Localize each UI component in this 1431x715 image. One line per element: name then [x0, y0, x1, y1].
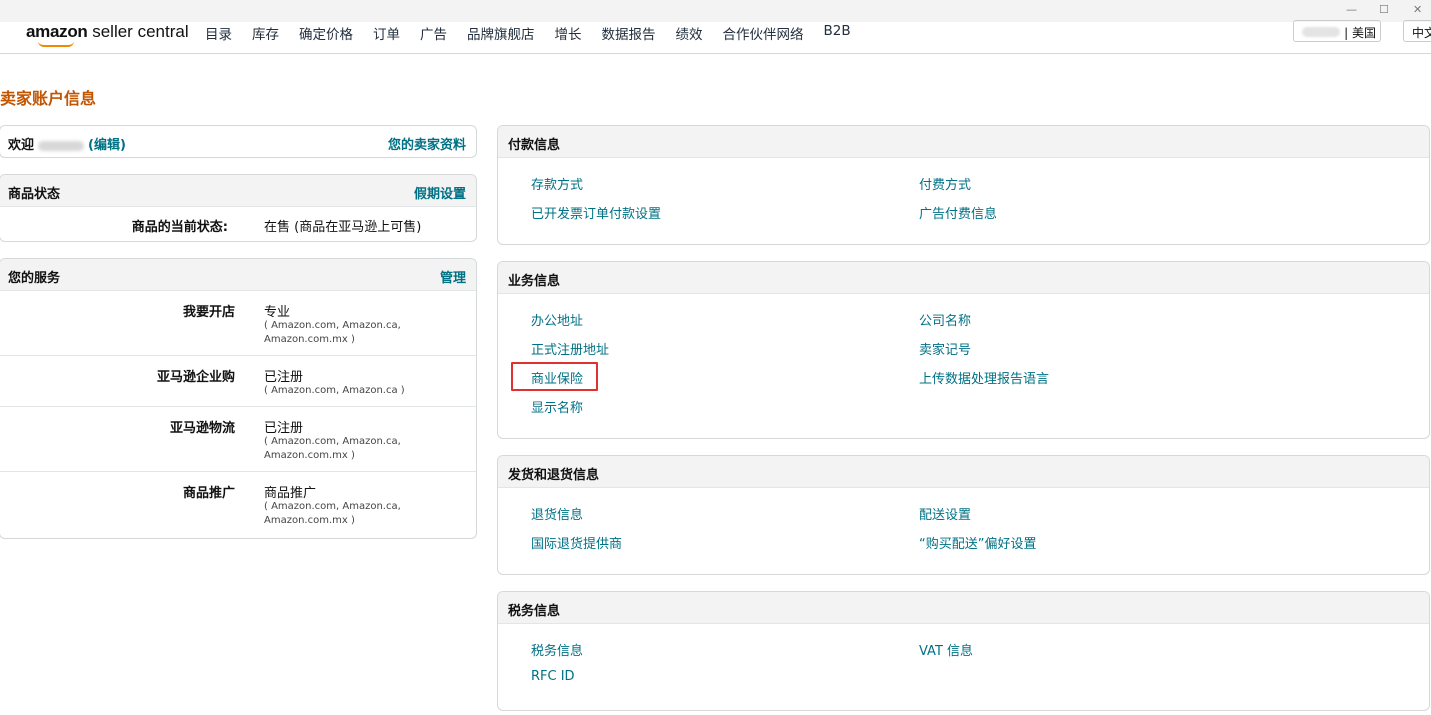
language-selector[interactable]: 中文 — [1403, 20, 1431, 42]
service-label: 亚马逊企业购 — [156, 370, 235, 385]
tax-info-title: 税务信息 — [508, 604, 561, 619]
services-title: 您的服务 — [8, 271, 61, 286]
listing-status-box: 商品状态 假期设置 商品的当前状态: 在售 (商品在亚马逊上可售) — [0, 174, 477, 242]
manage-services-link[interactable]: 管理 — [440, 267, 466, 286]
amazon-seller-central-logo[interactable]: amazon seller central — [26, 22, 189, 47]
marketplace-switcher[interactable]: | 美国 — [1293, 20, 1381, 42]
vacation-settings-link[interactable]: 假期设置 — [414, 183, 466, 202]
international-returns-provider-link[interactable]: 国际退货提供商 — [531, 533, 622, 552]
shipping-returns-box: 发货和退货信息 退货信息 配送设置 国际退货提供商 “购买配送”偏好设置 — [497, 455, 1430, 575]
invoiced-order-payment-settings-link[interactable]: 已开发票订单付款设置 — [531, 203, 661, 222]
logo-amazon-text: amazon — [26, 22, 88, 41]
business-info-title: 业务信息 — [508, 274, 561, 289]
service-label: 我要开店 — [182, 305, 235, 320]
nav-item-inventory[interactable]: 库存 — [252, 23, 279, 43]
service-label: 亚马逊物流 — [169, 421, 235, 436]
seller-profile-link[interactable]: 您的卖家资料 — [388, 134, 466, 153]
listing-status-header: 商品状态 假期设置 — [0, 175, 476, 207]
welcome-box: 欢迎 (编辑) 您的卖家资料 — [0, 125, 477, 158]
tax-info-link[interactable]: 税务信息 — [531, 640, 583, 659]
shipping-settings-link[interactable]: 配送设置 — [919, 504, 971, 523]
buy-shipping-preferences-link[interactable]: “购买配送”偏好设置 — [919, 533, 1036, 552]
service-value: 商品推广 — [264, 486, 317, 501]
tax-info-header: 税务信息 — [498, 592, 1429, 624]
payment-info-header: 付款信息 — [498, 126, 1429, 158]
nav-item-growth[interactable]: 增长 — [555, 23, 582, 43]
legal-address-link[interactable]: 正式注册地址 — [531, 339, 609, 358]
office-address-link[interactable]: 办公地址 — [531, 310, 583, 329]
nav-item-reports[interactable]: 数据报告 — [602, 23, 656, 43]
service-row: 商品推广 商品推广 ( Amazon.com, Amazon.ca, Amazo… — [0, 472, 476, 537]
redacted-seller-name — [38, 140, 85, 151]
service-marketplaces: ( Amazon.com, Amazon.ca, Amazon.com.mx ) — [264, 320, 401, 345]
charge-methods-link[interactable]: 付费方式 — [919, 174, 971, 193]
nav-item-stores[interactable]: 品牌旗舰店 — [467, 23, 535, 43]
service-marketplaces: ( Amazon.com, Amazon.ca ) — [264, 385, 405, 396]
edit-name-link[interactable]: (编辑) — [88, 138, 126, 153]
close-icon[interactable]: ✕ — [1413, 3, 1422, 16]
welcome-line: 欢迎 (编辑) — [8, 134, 126, 153]
advertising-payment-info-link[interactable]: 广告付费信息 — [919, 203, 997, 222]
logo-seller-central-text: seller central — [87, 22, 189, 41]
listing-status-row: 商品的当前状态: 在售 (商品在亚马逊上可售) — [0, 207, 476, 241]
nav-item-catalog[interactable]: 目录 — [205, 23, 232, 43]
shipping-returns-header: 发货和退货信息 — [498, 456, 1429, 488]
welcome-greeting: 欢迎 — [8, 138, 35, 153]
marketplace-label: | 美国 — [1344, 26, 1376, 40]
payment-info-box: 付款信息 存款方式 付费方式 已开发票订单付款设置 广告付费信息 — [497, 125, 1430, 245]
payment-info-title: 付款信息 — [508, 138, 561, 153]
service-row: 亚马逊物流 已注册 ( Amazon.com, Amazon.ca, Amazo… — [0, 407, 476, 472]
return-info-link[interactable]: 退货信息 — [531, 504, 583, 523]
minimize-icon[interactable]: — — [1346, 3, 1357, 16]
highlight-box — [511, 362, 598, 391]
services-header: 您的服务 管理 — [0, 259, 476, 291]
company-name-link[interactable]: 公司名称 — [919, 310, 971, 329]
nav-item-performance[interactable]: 绩效 — [676, 23, 703, 43]
service-value: 已注册 — [264, 421, 304, 436]
upload-data-processing-report-language-link[interactable]: 上传数据处理报告语言 — [919, 368, 1049, 387]
listing-status-label: 商品的当前状态: — [131, 220, 228, 235]
nav-item-advertising[interactable]: 广告 — [420, 23, 447, 43]
shipping-returns-title: 发货和退货信息 — [508, 468, 600, 483]
main-menu: 目录 库存 确定价格 订单 广告 品牌旗舰店 增长 数据报告 绩效 合作伙伴网络… — [205, 23, 871, 43]
service-marketplaces: ( Amazon.com, Amazon.ca, Amazon.com.mx ) — [264, 501, 401, 526]
listing-status-title: 商品状态 — [8, 187, 61, 202]
service-marketplaces: ( Amazon.com, Amazon.ca, Amazon.com.mx ) — [264, 436, 401, 461]
nav-item-partner-network[interactable]: 合作伙伴网络 — [723, 23, 804, 43]
amazon-smile-icon — [38, 41, 74, 47]
redacted-store-name — [1302, 27, 1340, 37]
nav-item-pricing[interactable]: 确定价格 — [299, 23, 353, 43]
service-value: 已注册 — [264, 370, 304, 385]
nav-item-orders[interactable]: 订单 — [373, 23, 400, 43]
rfc-id-link[interactable]: RFC ID — [531, 669, 575, 684]
window-titlebar: — ☐ ✕ — [0, 0, 1431, 22]
business-info-header: 业务信息 — [498, 262, 1429, 294]
display-name-link[interactable]: 显示名称 — [531, 397, 583, 416]
maximize-icon[interactable]: ☐ — [1379, 3, 1389, 16]
merchant-token-link[interactable]: 卖家记号 — [919, 339, 971, 358]
service-row: 我要开店 专业 ( Amazon.com, Amazon.ca, Amazon.… — [0, 291, 476, 356]
service-label: 商品推广 — [182, 486, 235, 501]
service-row: 亚马逊企业购 已注册 ( Amazon.com, Amazon.ca ) — [0, 356, 476, 407]
services-box: 您的服务 管理 我要开店 专业 ( Amazon.com, Amazon.ca,… — [0, 258, 477, 539]
page-title: 卖家账户信息 — [0, 89, 97, 108]
vat-info-link[interactable]: VAT 信息 — [919, 640, 973, 659]
deposit-methods-link[interactable]: 存款方式 — [531, 174, 583, 193]
service-value: 专业 — [264, 305, 291, 320]
nav-item-b2b[interactable]: B2B — [824, 23, 851, 43]
listing-status-value: 在售 (商品在亚马逊上可售) — [264, 220, 422, 235]
tax-info-box: 税务信息 税务信息 VAT 信息 RFC ID — [497, 591, 1430, 711]
business-info-box: 业务信息 办公地址 公司名称 正式注册地址 卖家记号 商业保险 上传数据处理报告… — [497, 261, 1430, 439]
language-label: 中文 — [1412, 26, 1431, 40]
top-navigation: amazon seller central 目录 库存 确定价格 订单 广告 品… — [0, 20, 1431, 54]
